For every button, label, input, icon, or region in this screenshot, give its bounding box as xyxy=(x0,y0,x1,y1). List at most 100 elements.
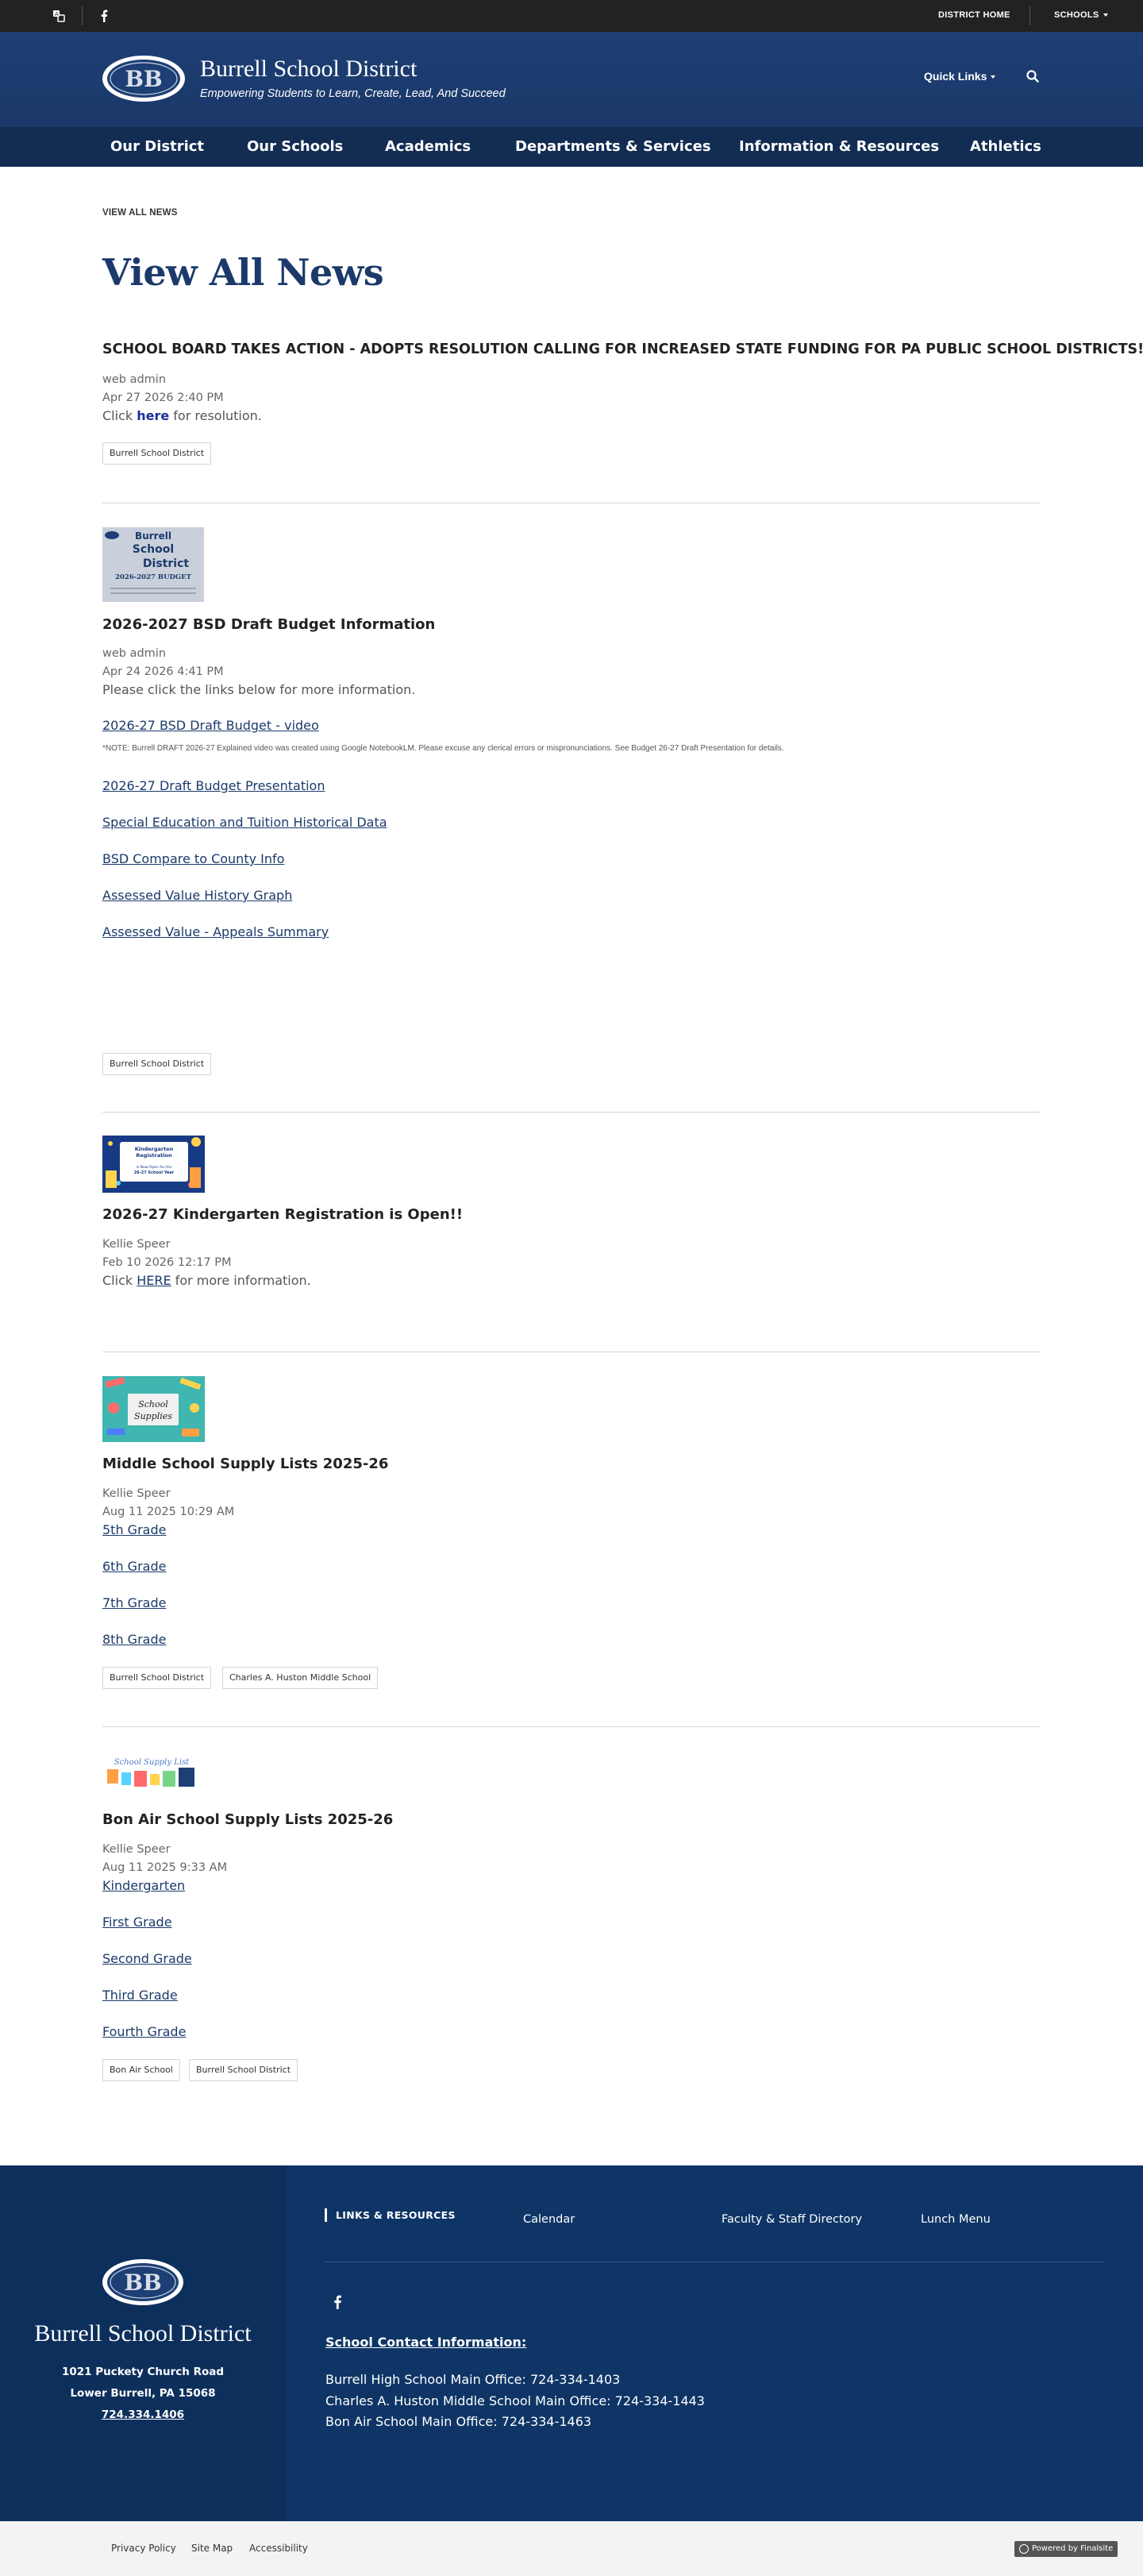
first-grade-link[interactable]: First Grade xyxy=(102,1915,172,1930)
nav-our-schools[interactable]: Our Schools xyxy=(247,138,343,155)
svg-text:School: School xyxy=(133,543,174,556)
svg-text:District: District xyxy=(143,557,189,570)
grade-7-link[interactable]: 7th Grade xyxy=(102,1595,166,1610)
nav-information-resources[interactable]: Information & Resources xyxy=(739,138,939,155)
budget-video-link[interactable]: 2026-27 BSD Draft Budget - video xyxy=(102,718,319,733)
nav-our-district[interactable]: Our District xyxy=(110,138,204,155)
fourth-grade-link[interactable]: Fourth Grade xyxy=(102,2024,186,2039)
footer-link-calendar[interactable]: Calendar xyxy=(523,2213,575,2226)
svg-text:Supplies: Supplies xyxy=(134,1411,172,1421)
post-date: Aug 11 2025 9:33 AM xyxy=(102,1861,228,1874)
footer-district-name: Burrell School District xyxy=(34,2320,252,2347)
translate-icon[interactable]: A xyxy=(52,9,66,23)
post-author: Kellie Speer xyxy=(102,1487,171,1500)
utility-divider xyxy=(82,6,83,25)
post-date: Aug 11 2025 10:29 AM xyxy=(102,1506,235,1518)
post-tag[interactable]: Burrell School District xyxy=(102,1667,212,1689)
post-note: *NOTE: Burrell DRAFT 2026-27 Explained v… xyxy=(102,744,784,753)
svg-text:Kindergarten: Kindergarten xyxy=(135,1146,174,1152)
post-body-text: Click xyxy=(102,1273,137,1288)
grade-8-link[interactable]: 8th Grade xyxy=(102,1632,166,1647)
third-grade-link[interactable]: Third Grade xyxy=(102,1988,178,2003)
search-icon[interactable] xyxy=(1026,69,1040,83)
bottom-bar: Privacy Policy Site Map Accessibility Po… xyxy=(0,2521,1143,2576)
resolution-link[interactable]: here xyxy=(137,408,169,423)
school-supplies-thumbnail[interactable]: School Supplies xyxy=(102,1376,205,1442)
footer-phone-link[interactable]: 724.334.1406 xyxy=(0,2408,286,2421)
post-title[interactable]: 2026-27 Kindergarten Registration is Ope… xyxy=(102,1206,463,1223)
post-title[interactable]: Middle School Supply Lists 2025-26 xyxy=(102,1456,388,1472)
caret-down-icon xyxy=(1103,13,1108,17)
post-title[interactable]: Bon Air School Supply Lists 2025-26 xyxy=(102,1811,393,1828)
facebook-icon[interactable] xyxy=(97,9,111,23)
nav-departments-services[interactable]: Departments & Services xyxy=(515,138,711,155)
schools-label: SCHOOLS xyxy=(1054,10,1099,20)
grade-5-link[interactable]: 5th Grade xyxy=(102,1522,166,1537)
grade-6-link[interactable]: 6th Grade xyxy=(102,1559,166,1574)
post-body: Click here for resolution. xyxy=(102,408,262,423)
post-date: Apr 27 2026 2:40 PM xyxy=(102,391,224,404)
main-nav: Our District Our Schools Academics Depar… xyxy=(0,127,1143,167)
site-header: BB Burrell School District Empowering St… xyxy=(0,32,1143,127)
kindergarten-thumbnail[interactable]: Kindergarten Registration is Now Open fo… xyxy=(102,1136,205,1193)
post-tag[interactable]: Charles A. Huston Middle School xyxy=(222,1667,379,1689)
svg-text:Registration: Registration xyxy=(136,1152,172,1159)
kindergarten-info-link[interactable]: HERE xyxy=(137,1273,171,1288)
post-divider xyxy=(102,1112,1041,1113)
heading-accent xyxy=(325,2208,327,2222)
breadcrumb[interactable]: VIEW ALL NEWS xyxy=(102,208,178,218)
supply-list-thumbnail[interactable]: School Supply List xyxy=(102,1753,201,1791)
contact-line: Burrell High School Main Office: 724-334… xyxy=(325,2372,621,2387)
post-tag[interactable]: Burrell School District xyxy=(189,2059,298,2081)
budget-thumbnail[interactable]: Burrell School District 2026-2027 BUDGET xyxy=(102,527,204,602)
kindergarten-list-link[interactable]: Kindergarten xyxy=(102,1878,185,1893)
powered-by-badge[interactable]: Powered by Finalsite xyxy=(1014,2541,1118,2557)
post-date: Apr 24 2026 4:41 PM xyxy=(102,665,224,678)
nav-athletics[interactable]: Athletics xyxy=(970,138,1041,155)
post-author: web admin xyxy=(102,373,167,386)
footer-logo[interactable]: BB xyxy=(102,2258,184,2306)
quick-links-dropdown[interactable]: Quick Links xyxy=(924,70,996,83)
post-date: Feb 10 2026 12:17 PM xyxy=(102,1256,232,1269)
schools-dropdown[interactable]: SCHOOLS xyxy=(1054,10,1108,20)
footer-links-heading: LINKS & RESOURCES xyxy=(336,2209,456,2221)
second-grade-link[interactable]: Second Grade xyxy=(102,1951,192,1966)
post-body-text: Click xyxy=(102,408,137,423)
nav-academics[interactable]: Academics xyxy=(385,138,471,155)
footer-address-line: Lower Burrell, PA 15068 xyxy=(70,2387,216,2400)
district-home-link[interactable]: DISTRICT HOME xyxy=(938,10,1010,20)
district-logo[interactable]: BB xyxy=(102,55,186,102)
post-tag[interactable]: Burrell School District xyxy=(102,1053,212,1075)
svg-text:School Supply List: School Supply List xyxy=(114,1758,190,1767)
post-title[interactable]: 2026-2027 BSD Draft Budget Information xyxy=(102,616,435,633)
contact-line: Bon Air School Main Office: 724-334-1463 xyxy=(325,2414,592,2429)
svg-text:26-27 School Year: 26-27 School Year xyxy=(134,1170,175,1175)
svg-text:is Now Open for the: is Now Open for the xyxy=(137,1165,172,1170)
privacy-policy-link[interactable]: Privacy Policy xyxy=(111,2543,176,2554)
facebook-icon[interactable] xyxy=(332,2295,343,2309)
site-map-link[interactable]: Site Map xyxy=(191,2543,233,2554)
post-title[interactable]: SCHOOL BOARD TAKES ACTION - ADOPTS RESOL… xyxy=(102,341,1143,357)
post-tag[interactable]: Bon Air School xyxy=(102,2059,180,2081)
footer-link-lunch-menu[interactable]: Lunch Menu xyxy=(921,2213,991,2226)
post-body-text: for resolution. xyxy=(169,408,262,423)
svg-text:BB: BB xyxy=(125,66,162,92)
appeals-summary-link[interactable]: Assessed Value - Appeals Summary xyxy=(102,924,329,939)
post-body: Click HERE for more information. xyxy=(102,1273,311,1288)
post-divider xyxy=(102,1726,1041,1727)
budget-presentation-link[interactable]: 2026-27 Draft Budget Presentation xyxy=(102,778,325,793)
powered-by-label: Powered by Finalsite xyxy=(1032,2544,1114,2553)
post-body-text: for more information. xyxy=(171,1273,311,1288)
post-tag[interactable]: Burrell School District xyxy=(102,442,212,465)
assessed-value-graph-link[interactable]: Assessed Value History Graph xyxy=(102,888,292,903)
caret-down-icon xyxy=(991,75,996,79)
svg-text:Burrell: Burrell xyxy=(135,530,171,542)
contact-heading: School Contact Information: xyxy=(325,2335,527,2350)
site-title[interactable]: Burrell School District xyxy=(200,56,417,83)
quick-links-label: Quick Links xyxy=(924,70,987,83)
utility-bar: A DISTRICT HOME SCHOOLS xyxy=(0,0,1143,32)
accessibility-link[interactable]: Accessibility xyxy=(249,2543,308,2554)
footer-link-directory[interactable]: Faculty & Staff Directory xyxy=(722,2213,862,2226)
special-education-link[interactable]: Special Education and Tuition Historical… xyxy=(102,815,387,830)
county-compare-link[interactable]: BSD Compare to County Info xyxy=(102,851,284,866)
